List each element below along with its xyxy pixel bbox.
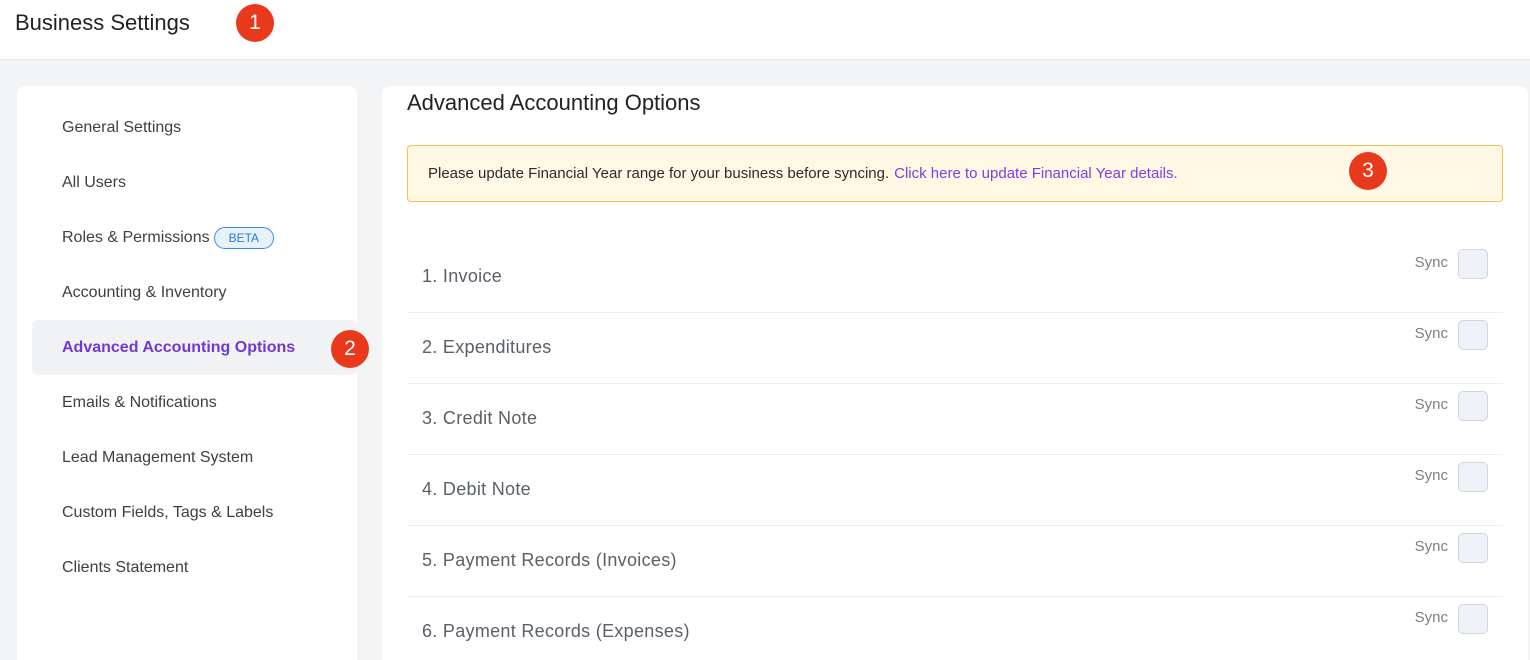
sidebar-item-label: Accounting & Inventory: [62, 283, 227, 301]
update-financial-year-link[interactable]: Click here to update Financial Year deta…: [894, 165, 1178, 182]
step-badge-1: 1: [236, 4, 274, 42]
sync-row-payment-records-expenses: 6. Payment Records (Expenses) Sync: [407, 597, 1503, 660]
sync-row-invoice: 1. Invoice Sync: [407, 242, 1503, 313]
sync-row-debit-note: 4. Debit Note Sync: [407, 455, 1503, 526]
sidebar-item-label: Emails & Notifications: [62, 393, 217, 411]
row-label: 4. Debit Note: [422, 479, 531, 499]
row-label: 6. Payment Records (Expenses): [422, 621, 690, 641]
settings-sidebar: General Settings All Users Roles & Permi…: [17, 86, 357, 660]
row-label: 5. Payment Records (Invoices): [422, 550, 677, 570]
sidebar-item-label: Roles & Permissions: [62, 228, 210, 246]
sync-checkbox[interactable]: [1458, 533, 1488, 563]
sync-row-credit-note: 3. Credit Note Sync: [407, 384, 1503, 455]
alert-text: Please update Financial Year range for y…: [428, 165, 890, 182]
sync-label: Sync: [1414, 538, 1448, 555]
sync-label: Sync: [1414, 609, 1448, 626]
beta-badge: BETA: [213, 226, 275, 249]
page-title: Business Settings: [15, 10, 190, 35]
sync-checkbox[interactable]: [1458, 391, 1488, 421]
sync-label: Sync: [1414, 467, 1448, 484]
sidebar-item-clients-statement[interactable]: Clients Statement: [32, 540, 357, 595]
sync-row-payment-records-invoices: 5. Payment Records (Invoices) Sync: [407, 526, 1503, 597]
sync-checkbox[interactable]: [1458, 604, 1488, 634]
sidebar-item-accounting-inventory[interactable]: Accounting & Inventory: [32, 265, 357, 320]
sync-label: Sync: [1414, 254, 1448, 271]
row-label: 3. Credit Note: [422, 408, 538, 428]
sidebar-item-emails-notifications[interactable]: Emails & Notifications: [32, 375, 357, 430]
sidebar-item-custom-fields[interactable]: Custom Fields, Tags & Labels: [32, 485, 357, 540]
step-badge-3: 3: [1349, 152, 1387, 190]
sync-row-expenditures: 2. Expenditures Sync: [407, 313, 1503, 384]
sidebar-item-label: All Users: [62, 173, 127, 191]
sync-label: Sync: [1414, 396, 1448, 413]
top-bar: Business Settings 1: [0, 0, 1530, 60]
sidebar-item-label: Clients Statement: [62, 558, 189, 576]
sync-checkbox[interactable]: [1458, 462, 1488, 492]
sidebar-item-label: Lead Management System: [62, 448, 254, 466]
section-title: Advanced Accounting Options: [407, 90, 701, 115]
sync-label: Sync: [1414, 325, 1448, 342]
row-label: 2. Expenditures: [422, 337, 552, 357]
financial-year-alert: Please update Financial Year range for y…: [407, 145, 1503, 202]
sidebar-item-roles-permissions[interactable]: Roles & Permissions BETA: [32, 210, 357, 265]
sync-checkbox[interactable]: [1458, 249, 1488, 279]
sidebar-item-all-users[interactable]: All Users: [32, 155, 357, 210]
step-badge-2: 2: [331, 330, 369, 368]
sidebar-item-label: Custom Fields, Tags & Labels: [62, 503, 274, 521]
sidebar-item-lead-management-system[interactable]: Lead Management System: [32, 430, 357, 485]
sidebar-item-general-settings[interactable]: General Settings: [32, 100, 357, 155]
sidebar-item-label: Advanced Accounting Options: [62, 338, 296, 356]
sidebar-item-label: General Settings: [62, 118, 182, 136]
sidebar-item-advanced-accounting-options[interactable]: Advanced Accounting Options: [32, 320, 357, 375]
row-label: 1. Invoice: [422, 266, 503, 286]
sync-checkbox[interactable]: [1458, 320, 1488, 350]
